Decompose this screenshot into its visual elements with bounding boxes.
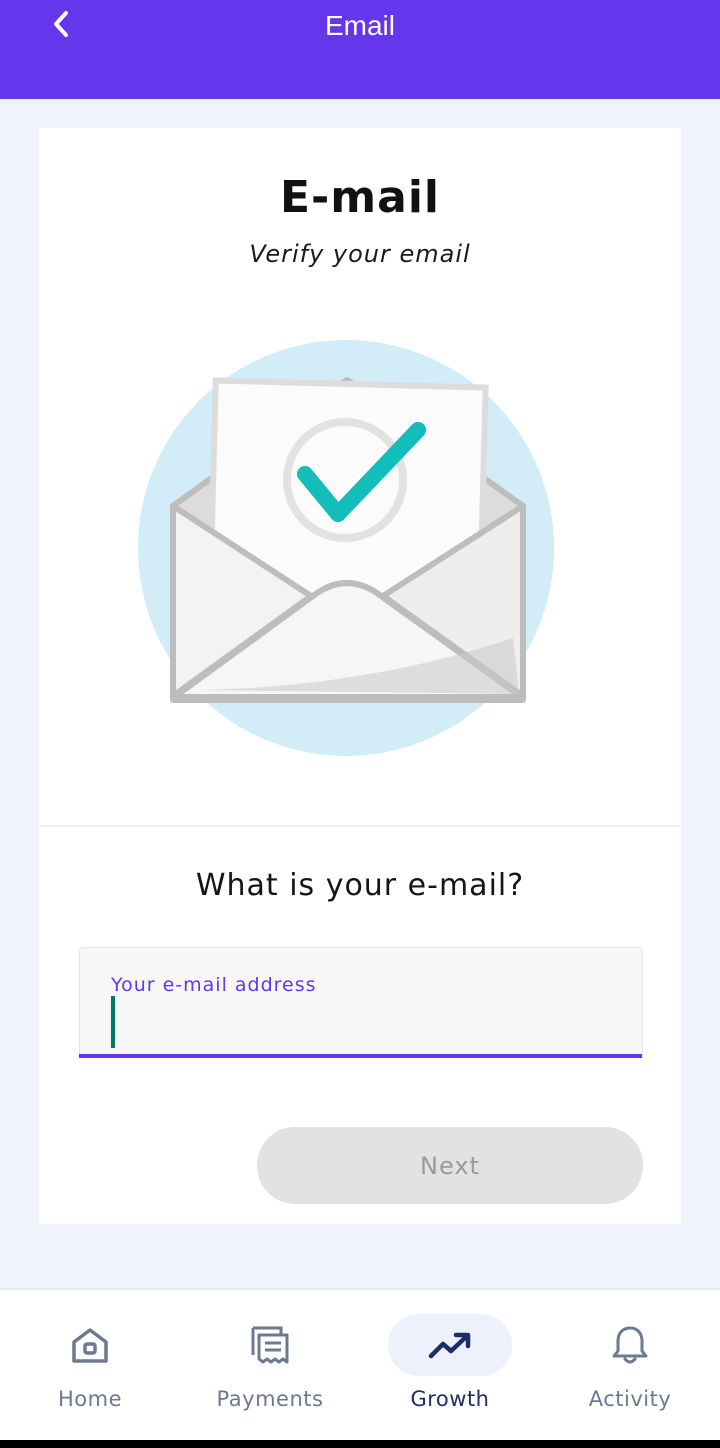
nav-label-payments: Payments [216, 1387, 324, 1411]
nav-pill [28, 1314, 152, 1376]
nav-pill [568, 1314, 692, 1376]
nav-item-growth[interactable]: Growth [360, 1290, 540, 1440]
email-field-label: Your e-mail address [111, 974, 317, 996]
bell-icon [612, 1326, 648, 1364]
app-bar: Email [0, 0, 720, 99]
nav-label-home: Home [57, 1387, 122, 1411]
email-input[interactable] [111, 996, 611, 1048]
nav-label-activity: Activity [588, 1387, 672, 1411]
card-subtitle: Verify your email [249, 240, 471, 268]
page-title: Email [324, 10, 395, 41]
card-title: E-mail [279, 172, 441, 223]
email-question: What is your e-mail? [195, 868, 525, 903]
email-card: E-mail Verify your email What is your e-… [39, 128, 681, 1224]
email-field-underline [79, 1054, 642, 1058]
text-caret [111, 996, 115, 1048]
email-field[interactable]: Your e-mail address [79, 947, 643, 1057]
receipt-icon [251, 1326, 289, 1364]
nav-item-payments[interactable]: Payments [180, 1290, 360, 1440]
nav-item-home[interactable]: Home [0, 1290, 180, 1440]
next-button[interactable]: Next [257, 1127, 643, 1204]
trending-up-icon [428, 1332, 471, 1359]
nav-pill [388, 1314, 512, 1376]
divider [39, 825, 681, 827]
system-navigation-bar [0, 1440, 720, 1448]
nav-label-growth: Growth [410, 1387, 490, 1411]
bottom-navigation: Home Payments Growth Activity [0, 1288, 720, 1440]
home-icon [72, 1328, 108, 1363]
nav-item-activity[interactable]: Activity [540, 1290, 720, 1440]
email-verified-illustration [138, 340, 554, 756]
nav-pill [208, 1314, 332, 1376]
